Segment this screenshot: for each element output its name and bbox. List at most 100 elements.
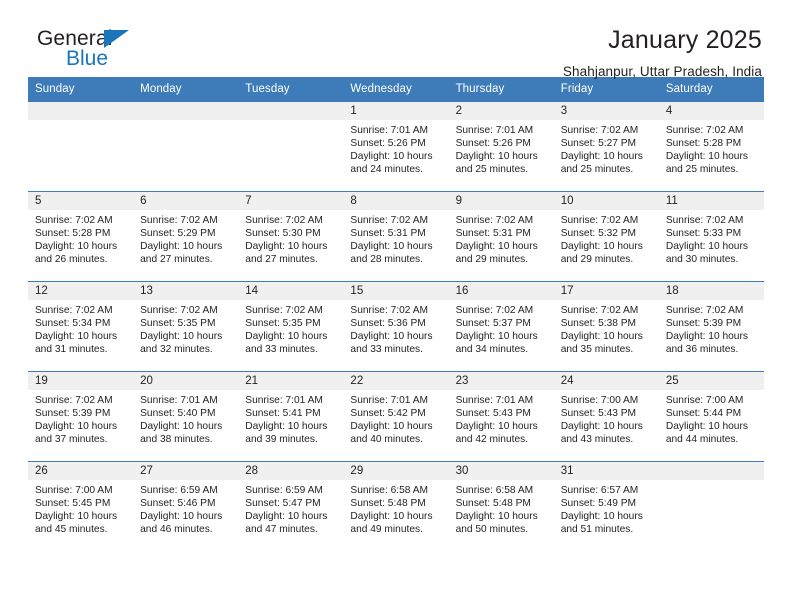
title-block: January 2025 Shahjanpur, Uttar Pradesh, … — [563, 26, 764, 79]
calendar-day-cell[interactable]: 29 Sunrise: 6:58 AM Sunset: 5:48 PM Dayligh… — [343, 461, 449, 552]
daylight-duration-line2: and 46 minutes. — [140, 524, 213, 536]
daylight-duration-line1: Daylight: 10 hours — [140, 511, 223, 523]
sunrise-time: Sunrise: 7:01 AM — [455, 395, 534, 406]
calendar-day-cell[interactable]: 17 Sunrise: 7:02 AM Sunset: 5:38 PM Dayligh… — [553, 281, 659, 372]
sunset-time: Sunset: 5:49 PM — [560, 498, 637, 510]
daylight-duration-line2: and 42 minutes. — [455, 434, 529, 446]
calendar-day-cell[interactable]: 16 Sunrise: 7:02 AM Sunset: 5:37 PM Dayligh… — [448, 281, 554, 372]
daylight-duration-line2: and 30 minutes. — [665, 254, 739, 266]
calendar-day-cell[interactable]: 12 Sunrise: 7:02 AM Sunset: 5:34 PM Dayligh… — [28, 281, 134, 372]
calendar-day-cell[interactable]: 2 Sunrise: 7:01 AM Sunset: 5:26 PM Daylight… — [448, 101, 554, 192]
day-number — [658, 462, 764, 480]
day-details: Sunrise: 7:02 AM Sunset: 5:31 PM Daylight:… — [449, 210, 554, 266]
day-details: Sunrise: 7:02 AM Sunset: 5:28 PM Daylight:… — [28, 210, 133, 266]
daylight-duration-line1: Daylight: 10 hours — [245, 331, 328, 343]
calendar-day-cell[interactable]: 13 Sunrise: 7:02 AM Sunset: 5:35 PM Dayligh… — [133, 281, 239, 372]
day-number: 1 — [343, 102, 449, 120]
calendar-day-cell[interactable]: 14 Sunrise: 7:02 AM Sunset: 5:35 PM Dayligh… — [238, 281, 344, 372]
day-number: 27 — [133, 462, 239, 480]
sunset-time: Sunset: 5:39 PM — [665, 318, 742, 330]
day-details: Sunrise: 7:01 AM Sunset: 5:41 PM Daylight:… — [238, 390, 343, 446]
day-number: 18 — [658, 282, 764, 300]
sunrise-time: Sunrise: 7:01 AM — [350, 125, 429, 136]
sunrise-time: Sunrise: 7:00 AM — [35, 485, 113, 496]
daylight-duration-line1: Daylight: 10 hours — [350, 421, 433, 433]
calendar-day-cell[interactable]: 4 Sunrise: 7:02 AM Sunset: 5:28 PM Daylight… — [658, 101, 764, 192]
daylight-duration-line1: Daylight: 10 hours — [665, 421, 748, 433]
calendar-day-cell[interactable]: 19 Sunrise: 7:02 AM Sunset: 5:39 PM Dayligh… — [28, 371, 134, 462]
day-details: Sunrise: 7:02 AM Sunset: 5:32 PM Daylight:… — [554, 210, 659, 266]
day-number: 11 — [658, 192, 764, 210]
calendar-day-cell[interactable]: 15 Sunrise: 7:02 AM Sunset: 5:36 PM Dayligh… — [343, 281, 449, 372]
sunrise-time: Sunrise: 7:02 AM — [665, 215, 744, 226]
day-number: 10 — [553, 192, 659, 210]
sunrise-time: Sunrise: 7:02 AM — [665, 125, 744, 136]
calendar-day-cell[interactable]: 8 Sunrise: 7:02 AM Sunset: 5:31 PM Daylight… — [343, 191, 449, 282]
calendar-day-cell[interactable]: 30 Sunrise: 6:58 AM Sunset: 5:48 PM Dayligh… — [448, 461, 554, 552]
calendar-day-cell[interactable]: 5 Sunrise: 7:02 AM Sunset: 5:28 PM Daylight… — [28, 191, 134, 282]
weekday-header-sunday: Sunday — [28, 77, 134, 102]
daylight-duration-line2: and 33 minutes. — [350, 344, 423, 356]
calendar-day-cell[interactable]: 21 Sunrise: 7:01 AM Sunset: 5:41 PM Dayligh… — [238, 371, 344, 462]
logo-text-general: General — [37, 27, 113, 50]
month-calendar-table: Sunday Monday Tuesday Wednesday Thursday… — [28, 77, 764, 552]
daylight-duration-line2: and 40 minutes. — [350, 434, 423, 446]
daylight-duration-line1: Daylight: 10 hours — [245, 421, 328, 433]
calendar-day-cell[interactable]: 20 Sunrise: 7:01 AM Sunset: 5:40 PM Dayligh… — [133, 371, 239, 462]
daylight-duration-line1: Daylight: 10 hours — [350, 241, 433, 253]
daylight-duration-line1: Daylight: 10 hours — [140, 331, 223, 343]
calendar-day-cell[interactable]: 1 Sunrise: 7:01 AM Sunset: 5:26 PM Daylight… — [343, 101, 449, 192]
calendar-day-cell-empty — [28, 101, 134, 192]
calendar-day-cell[interactable]: 25 Sunrise: 7:00 AM Sunset: 5:44 PM Dayligh… — [658, 371, 764, 462]
calendar-day-cell[interactable]: 3 Sunrise: 7:02 AM Sunset: 5:27 PM Daylight… — [553, 101, 659, 192]
general-blue-logo[interactable]: General Blue — [28, 26, 148, 74]
daylight-duration-line1: Daylight: 10 hours — [350, 511, 433, 523]
calendar-body: 1 Sunrise: 7:01 AM Sunset: 5:26 PM Daylight… — [28, 101, 764, 552]
daylight-duration-line1: Daylight: 10 hours — [140, 241, 223, 253]
sunrise-time: Sunrise: 7:02 AM — [560, 125, 639, 136]
daylight-duration-line1: Daylight: 10 hours — [35, 511, 118, 523]
day-details: Sunrise: 7:02 AM Sunset: 5:39 PM Daylight:… — [659, 300, 764, 356]
daylight-duration-line2: and 47 minutes. — [245, 524, 318, 536]
calendar-day-cell[interactable]: 18 Sunrise: 7:02 AM Sunset: 5:39 PM Dayligh… — [658, 281, 764, 372]
day-details: Sunrise: 7:01 AM Sunset: 5:40 PM Daylight:… — [133, 390, 238, 446]
calendar-day-cell[interactable]: 24 Sunrise: 7:00 AM Sunset: 5:43 PM Dayligh… — [553, 371, 659, 462]
calendar-day-cell[interactable]: 26 Sunrise: 7:00 AM Sunset: 5:45 PM Dayligh… — [28, 461, 134, 552]
day-number: 2 — [448, 102, 554, 120]
daylight-duration-line2: and 25 minutes. — [665, 164, 739, 176]
sunrise-time: Sunrise: 7:02 AM — [350, 305, 429, 316]
sunset-time: Sunset: 5:35 PM — [140, 318, 216, 330]
calendar-day-cell[interactable]: 31 Sunrise: 6:57 AM Sunset: 5:49 PM Dayligh… — [553, 461, 659, 552]
sunset-time: Sunset: 5:31 PM — [350, 228, 426, 240]
sunrise-time: Sunrise: 7:01 AM — [350, 395, 429, 406]
day-details: Sunrise: 7:02 AM Sunset: 5:35 PM Daylight:… — [133, 300, 238, 356]
sunrise-time: Sunrise: 7:02 AM — [35, 395, 113, 406]
calendar-weekday-header: Sunday Monday Tuesday Wednesday Thursday… — [28, 77, 764, 102]
day-number: 29 — [343, 462, 449, 480]
calendar-day-cell[interactable]: 28 Sunrise: 6:59 AM Sunset: 5:47 PM Dayligh… — [238, 461, 344, 552]
sunset-time: Sunset: 5:29 PM — [140, 228, 216, 240]
calendar-day-cell[interactable]: 11 Sunrise: 7:02 AM Sunset: 5:33 PM Dayligh… — [658, 191, 764, 282]
calendar-day-cell[interactable]: 10 Sunrise: 7:02 AM Sunset: 5:32 PM Dayligh… — [553, 191, 659, 282]
sunrise-time: Sunrise: 7:02 AM — [350, 215, 429, 226]
daylight-duration-line2: and 38 minutes. — [140, 434, 213, 446]
day-details: Sunrise: 6:58 AM Sunset: 5:48 PM Daylight:… — [343, 480, 448, 536]
day-number — [28, 102, 134, 120]
daylight-duration-line2: and 44 minutes. — [665, 434, 739, 446]
sunset-time: Sunset: 5:28 PM — [35, 228, 111, 240]
calendar-day-cell[interactable]: 9 Sunrise: 7:02 AM Sunset: 5:31 PM Daylight… — [448, 191, 554, 282]
day-details: Sunrise: 7:01 AM Sunset: 5:26 PM Daylight:… — [343, 120, 448, 176]
sunrise-time: Sunrise: 7:01 AM — [245, 395, 323, 406]
calendar-day-cell[interactable]: 6 Sunrise: 7:02 AM Sunset: 5:29 PM Daylight… — [133, 191, 239, 282]
calendar-day-cell[interactable]: 27 Sunrise: 6:59 AM Sunset: 5:46 PM Dayligh… — [133, 461, 239, 552]
daylight-duration-line2: and 50 minutes. — [455, 524, 529, 536]
daylight-duration-line1: Daylight: 10 hours — [560, 241, 643, 253]
calendar-day-cell[interactable]: 23 Sunrise: 7:01 AM Sunset: 5:43 PM Dayligh… — [448, 371, 554, 462]
calendar-day-cell[interactable]: 7 Sunrise: 7:02 AM Sunset: 5:30 PM Daylight… — [238, 191, 344, 282]
sunrise-time: Sunrise: 7:01 AM — [455, 125, 534, 136]
daylight-duration-line2: and 27 minutes. — [140, 254, 213, 266]
calendar-day-cell[interactable]: 22 Sunrise: 7:01 AM Sunset: 5:42 PM Dayligh… — [343, 371, 449, 462]
sunrise-time: Sunrise: 7:02 AM — [140, 305, 218, 316]
calendar-week-row: 1 Sunrise: 7:01 AM Sunset: 5:26 PM Daylight… — [28, 101, 764, 192]
daylight-duration-line1: Daylight: 10 hours — [560, 151, 643, 163]
